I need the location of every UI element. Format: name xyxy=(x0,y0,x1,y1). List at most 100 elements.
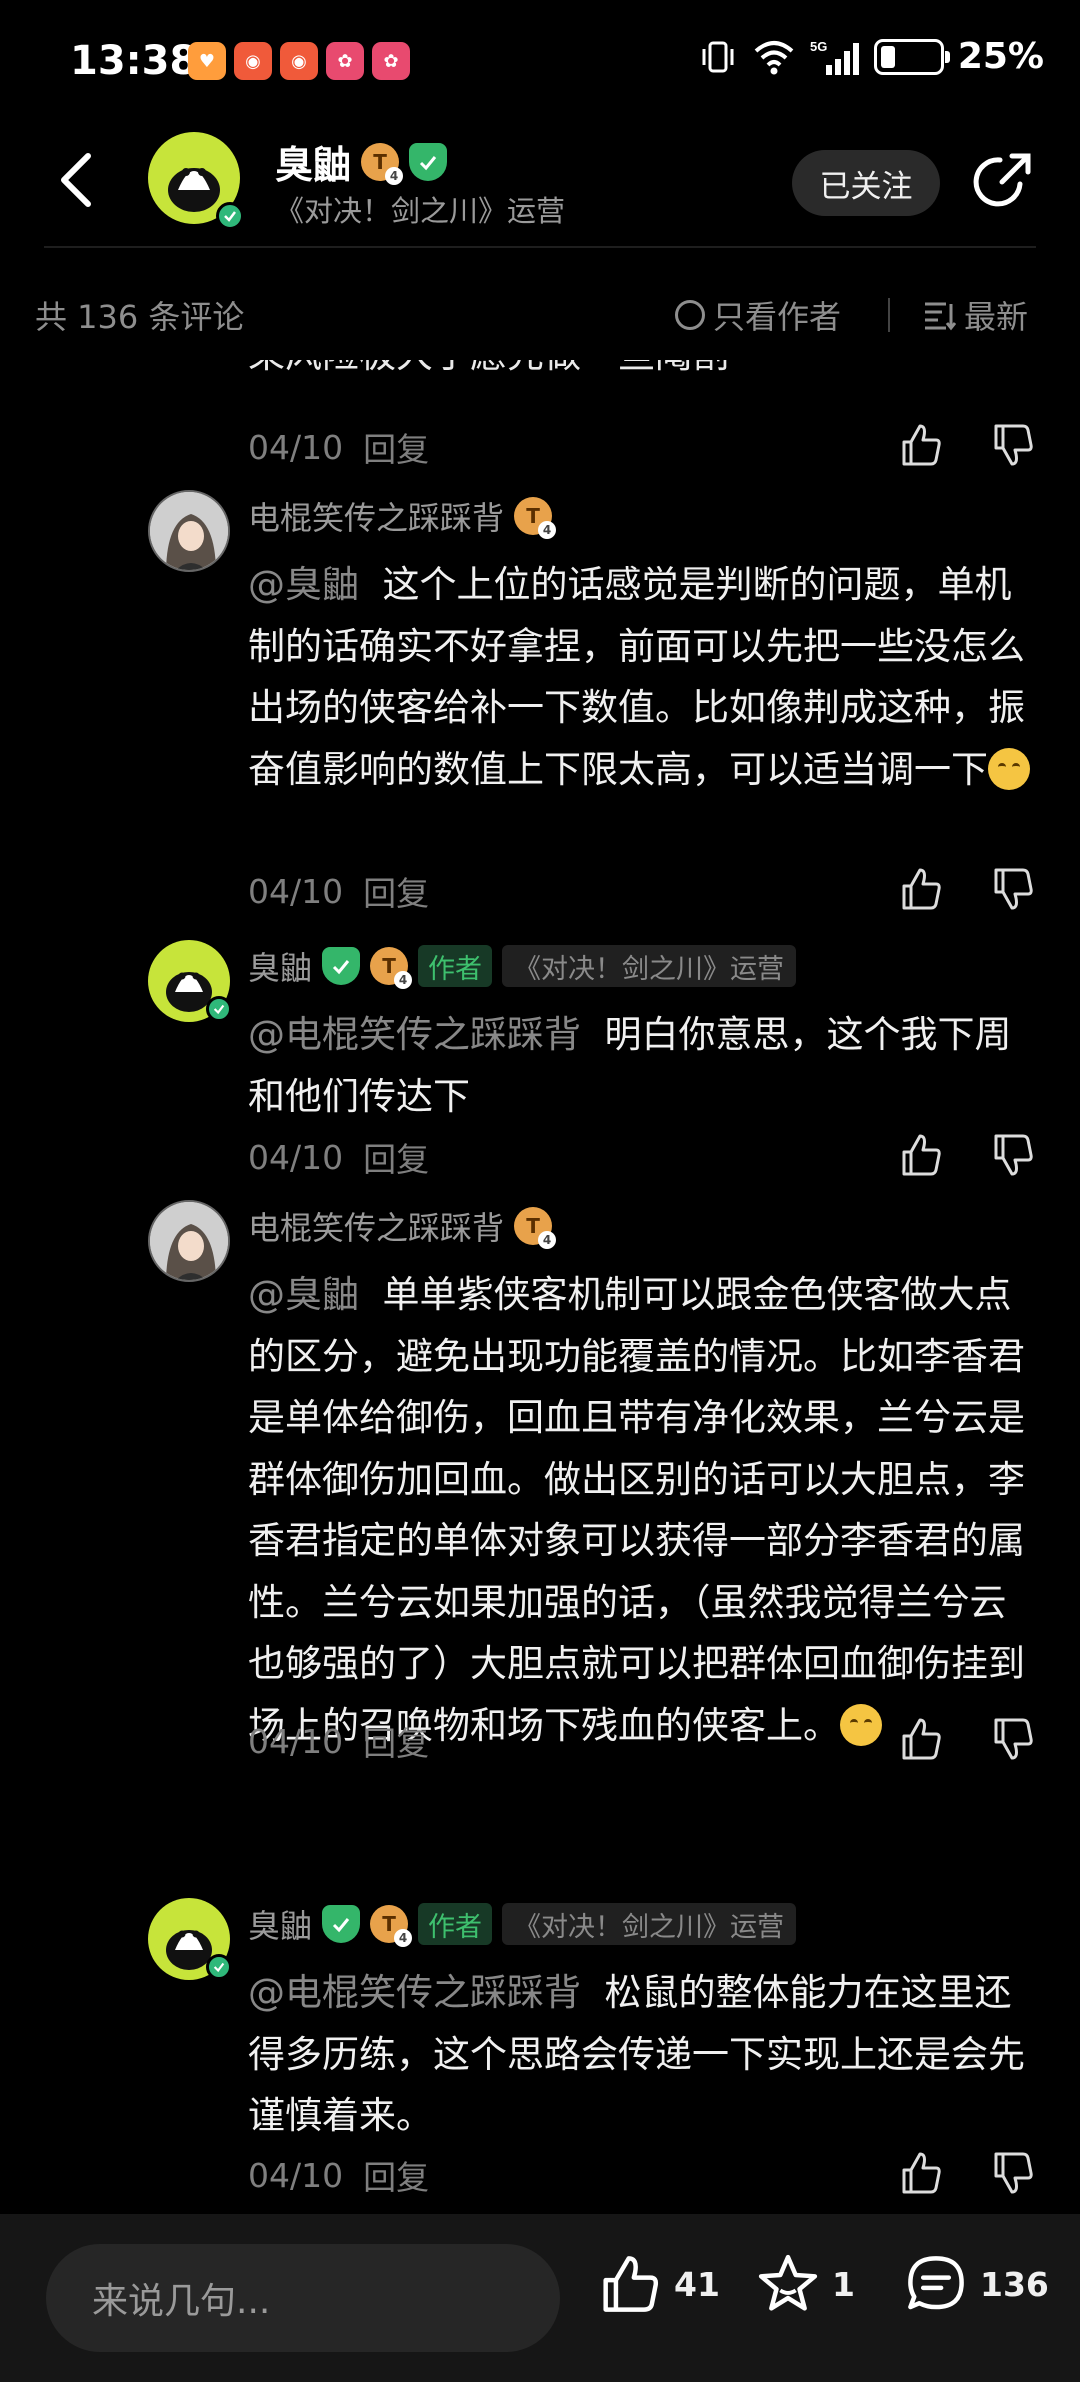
author-tag: 作者 xyxy=(418,1903,493,1945)
battery-fill xyxy=(880,45,895,68)
status-right: 5G 25% xyxy=(698,36,1044,77)
reply-link[interactable]: 回复 xyxy=(363,1717,429,1765)
reply-content: 这个上位的话感觉是判断的问题，单机制的话确实不好拿捏，前面可以先把一些没怎么出场… xyxy=(248,563,1025,791)
author-only-toggle[interactable]: 只看作者 xyxy=(675,292,841,338)
shopping-app-icon-2: ✿ xyxy=(372,42,410,80)
favorite-button[interactable]: 1 xyxy=(756,2252,855,2316)
comment-meta: 04/10 回复 xyxy=(248,1132,429,1182)
creator-shield-icon xyxy=(409,142,448,181)
comment-bubble-icon xyxy=(908,2256,964,2310)
creator-shield-icon xyxy=(322,1905,361,1943)
reply-text: @电棍笑传之踩踩背 松鼠的整体能力在这里还得多历练，这个思路会传递一下实现上还是… xyxy=(248,1962,1038,2147)
sort-icon xyxy=(925,302,956,331)
reply-author-row: 臭鼬 T 作者 《对决！剑之川》运营 xyxy=(248,1901,797,1947)
share-button[interactable] xyxy=(972,150,1034,212)
comment-meta: 04/10 回复 xyxy=(248,1716,429,1766)
notification-icons: ♥ ◉ ◉ ✿ ✿ xyxy=(188,42,410,80)
level-badge-icon: T xyxy=(370,947,413,989)
verified-badge-icon xyxy=(206,1954,232,1980)
reply-link[interactable]: 回复 xyxy=(363,1133,429,1181)
header-divider xyxy=(44,246,1036,248)
reply-author-name[interactable]: 电棍笑传之踩踩背 xyxy=(248,493,504,539)
level-badge-icon: T xyxy=(370,1905,413,1947)
author-subtitle: 《对决！剑之川》运营 xyxy=(275,194,566,228)
comment-feed: 果风险极大于愿先做一些阉割 04/10 回复 电棍笑传之踩踩背 T @臭鼬 这个… xyxy=(0,360,1080,2214)
reply-text: @臭鼬 单单紫侠客机制可以跟金色侠客做大点的区分，避免出现功能覆盖的情况。比如李… xyxy=(248,1264,1038,1756)
dislike-icon[interactable] xyxy=(988,1714,1038,1764)
vote-group xyxy=(896,1130,1038,1180)
like-count: 41 xyxy=(674,2264,720,2304)
like-icon[interactable] xyxy=(896,1714,946,1764)
like-button[interactable]: 41 xyxy=(598,2252,720,2316)
like-icon[interactable] xyxy=(896,1130,946,1180)
comment-date: 04/10 xyxy=(248,427,344,467)
level-badge-icon: T xyxy=(514,497,557,539)
weibo-icon: ◉ xyxy=(234,42,272,80)
truncated-comment-text: 果风险极大于愿先做一些阉割 xyxy=(248,360,729,378)
comment-date: 04/10 xyxy=(248,1137,344,1177)
vibrate-icon xyxy=(702,41,734,72)
reply-author-name[interactable]: 臭鼬 xyxy=(248,943,312,989)
status-bar: 13:38 ♥ ◉ ◉ ✿ ✿ 5G 25% xyxy=(0,0,1080,120)
reply-text: @电棍笑传之踩踩背 明白你意思，这个我下周和他们传达下 xyxy=(248,1004,1038,1127)
wifi-icon xyxy=(754,40,794,74)
vote-group xyxy=(896,1714,1038,1764)
dislike-icon[interactable] xyxy=(988,864,1038,914)
reply-content: 单单紫侠客机制可以跟金色侠客做大点的区分，避免出现功能覆盖的情况。比如李香君是单… xyxy=(248,1273,1025,1747)
back-button[interactable] xyxy=(46,148,106,212)
sort-latest-label: 最新 xyxy=(964,298,1029,336)
mention-link[interactable]: @臭鼬 xyxy=(248,563,359,606)
user-avatar[interactable] xyxy=(148,490,230,572)
follow-button[interactable]: 已关注 xyxy=(792,150,940,216)
author-tag: 作者 xyxy=(418,945,493,987)
reply-link[interactable]: 回复 xyxy=(363,2151,429,2199)
reply-link[interactable]: 回复 xyxy=(363,867,429,915)
battery-percent: 25% xyxy=(957,36,1044,77)
verified-badge-icon xyxy=(216,202,244,230)
reply-author-row: 电棍笑传之踩踩背 T xyxy=(248,1203,557,1249)
weibo-icon-2: ◉ xyxy=(280,42,318,80)
like-icon[interactable] xyxy=(896,864,946,914)
radio-icon xyxy=(675,300,705,330)
comment-meta: 04/10 回复 xyxy=(248,866,429,916)
reply-author-name[interactable]: 电棍笑传之踩踩背 xyxy=(248,1203,504,1249)
like-icon[interactable] xyxy=(896,420,946,470)
girl-avatar-icon xyxy=(150,492,228,570)
dislike-icon[interactable] xyxy=(988,1130,1038,1180)
mention-link[interactable]: @臭鼬 xyxy=(248,1273,359,1316)
comment-count-bottom: 136 xyxy=(980,2264,1049,2304)
shopping-app-icon: ✿ xyxy=(326,42,364,80)
author-name-row: 臭鼬 T xyxy=(275,134,448,189)
reply-text: @臭鼬 这个上位的话感觉是判断的问题，单机制的话确实不好拿捏，前面可以先把一些没… xyxy=(248,554,1038,800)
share-icon xyxy=(973,153,1031,207)
heart-app-icon: ♥ xyxy=(188,42,226,80)
role-tag: 《对决！剑之川》运营 xyxy=(502,1903,797,1945)
sort-latest-button[interactable]: 最新 xyxy=(922,292,1028,338)
role-tag: 《对决！剑之川》运营 xyxy=(502,945,797,987)
status-time: 13:38 xyxy=(70,38,198,84)
star-icon xyxy=(758,2254,818,2311)
dislike-icon[interactable] xyxy=(988,420,1038,470)
user-avatar[interactable] xyxy=(148,1200,230,1282)
mention-link[interactable]: @电棍笑传之踩踩背 xyxy=(248,1013,581,1056)
author-name: 臭鼬 xyxy=(275,143,352,187)
dislike-icon[interactable] xyxy=(988,2148,1038,2198)
girl-avatar-icon xyxy=(150,1202,228,1280)
comment-button[interactable]: 136 xyxy=(904,2252,1049,2316)
comment-filter-bar: 共 136 条评论 只看作者 最新 xyxy=(0,280,1080,350)
reply-link[interactable]: 回复 xyxy=(363,423,429,471)
author-only-label: 只看作者 xyxy=(713,298,842,336)
like-icon[interactable] xyxy=(896,2148,946,2198)
post-header: 臭鼬 T 《对决！剑之川》运营 已关注 xyxy=(0,120,1080,250)
chevron-left-icon xyxy=(61,153,91,207)
mention-link[interactable]: @电棍笑传之踩踩背 xyxy=(248,1971,581,2014)
vote-group xyxy=(896,864,1038,914)
comment-count: 共 136 条评论 xyxy=(35,298,245,336)
creator-shield-icon xyxy=(322,947,361,985)
comment-input[interactable]: 来说几句... xyxy=(46,2244,560,2352)
reply-author-name[interactable]: 臭鼬 xyxy=(248,1901,312,1947)
smug-emoji-icon xyxy=(988,747,1030,790)
reply-author-row: 电棍笑传之踩踩背 T xyxy=(248,493,557,539)
bottom-action-bar: 来说几句... 41 1 136 xyxy=(0,2214,1080,2382)
favorite-count: 1 xyxy=(832,2264,855,2304)
